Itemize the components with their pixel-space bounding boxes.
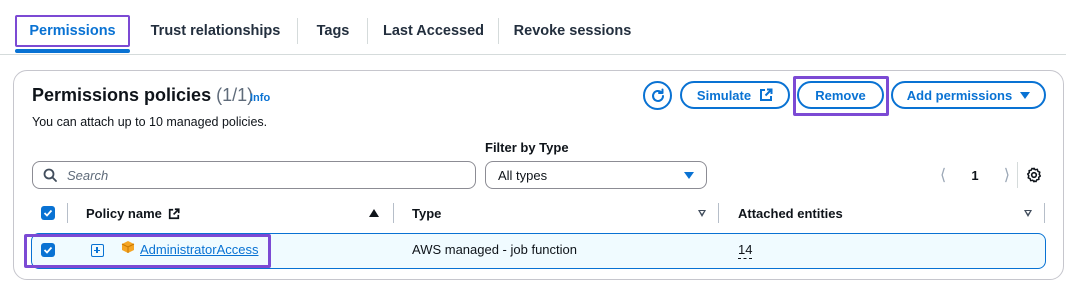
row-checkbox[interactable]: [41, 243, 55, 257]
search-field[interactable]: [32, 161, 476, 189]
checkmark-icon: [43, 246, 53, 254]
type-filter-select[interactable]: All types: [485, 161, 707, 189]
pagination-divider: [1017, 162, 1018, 188]
add-permissions-button[interactable]: Add permissions: [891, 81, 1046, 109]
tab-label: Last Accessed: [382, 23, 485, 39]
column-header-label: Attached entities: [738, 206, 843, 221]
column-header-attached-entities[interactable]: Attached entities: [738, 206, 843, 221]
caret-down-icon: [684, 171, 694, 179]
policy-name-link[interactable]: AdministratorAccess: [140, 242, 258, 257]
highlight-outline: [793, 76, 889, 116]
tab-label: Tags: [316, 23, 350, 39]
panel-title: Permissions policies (1/1): [32, 85, 253, 106]
sort-icon[interactable]: [698, 210, 706, 217]
column-header-label: Policy name: [86, 206, 162, 221]
active-tab-indicator: [15, 49, 130, 53]
external-link-icon: [760, 88, 773, 101]
simulate-button[interactable]: Simulate: [680, 81, 790, 109]
tab-label: Trust relationships: [150, 23, 281, 39]
tab-permissions[interactable]: Permissions: [15, 15, 130, 47]
tab-revoke-sessions[interactable]: Revoke sessions: [500, 12, 645, 50]
column-header-label: Type: [412, 206, 442, 221]
tab-label: Permissions: [29, 23, 116, 39]
column-divider: [393, 203, 394, 223]
filter-by-type-label: Filter by Type: [485, 140, 569, 155]
sort-ascending-icon[interactable]: [369, 209, 379, 217]
next-page-icon[interactable]: ⟩: [1004, 165, 1010, 185]
search-input[interactable]: [67, 167, 447, 183]
current-page[interactable]: 1: [971, 168, 978, 183]
panel-description: You can attach up to 10 managed policies…: [32, 115, 268, 129]
external-link-icon: [168, 207, 180, 219]
caret-down-icon: [1020, 91, 1031, 99]
refresh-button[interactable]: [643, 81, 672, 110]
sort-icon[interactable]: [1024, 210, 1032, 217]
tab-trust-relationships[interactable]: Trust relationships: [138, 12, 293, 50]
previous-page-icon[interactable]: ⟨: [940, 165, 946, 185]
tab-label: Revoke sessions: [513, 23, 632, 39]
attached-entities-cell[interactable]: 14: [738, 242, 753, 259]
select-all-checkbox[interactable]: [41, 206, 55, 220]
tab-divider: [367, 18, 368, 44]
policy-type-cell: AWS managed - job function: [412, 242, 577, 257]
column-divider: [67, 203, 68, 223]
search-icon: [43, 168, 57, 182]
tab-last-accessed[interactable]: Last Accessed: [370, 12, 497, 50]
column-header-policy-name[interactable]: Policy name: [86, 206, 180, 221]
column-divider: [718, 203, 719, 223]
info-link[interactable]: Info: [250, 92, 270, 104]
policy-cube-icon: [121, 241, 135, 253]
expand-row-icon[interactable]: [91, 244, 104, 257]
policy-count: (1/1): [216, 85, 254, 105]
gear-icon[interactable]: [1025, 166, 1043, 184]
column-header-type[interactable]: Type: [412, 206, 441, 221]
tab-divider: [498, 18, 499, 44]
column-divider: [1044, 203, 1045, 223]
tab-divider: [297, 18, 298, 44]
tab-tags[interactable]: Tags: [300, 12, 366, 50]
refresh-icon: [651, 88, 664, 102]
pagination: ⟨ 1 ⟩: [940, 165, 1010, 185]
simulate-label: Simulate: [696, 87, 752, 103]
add-permissions-label: Add permissions: [906, 87, 1013, 103]
tab-bar: Permissions Trust relationships Tags Las…: [0, 0, 1066, 55]
type-filter-value: All types: [498, 167, 548, 183]
panel-title-text: Permissions policies: [32, 85, 212, 105]
checkmark-icon: [43, 209, 53, 217]
